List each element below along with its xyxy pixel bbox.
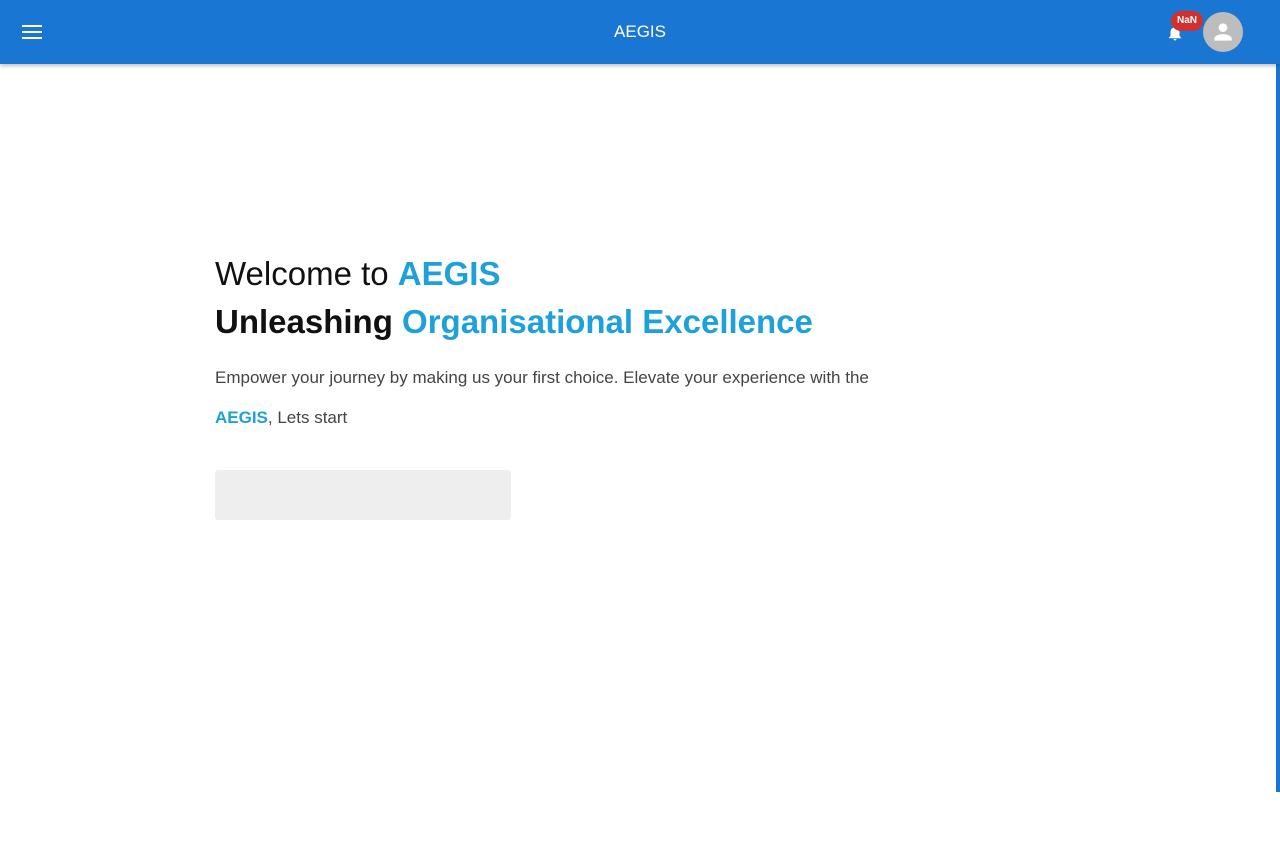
welcome-prefix: Welcome to <box>215 255 398 292</box>
notification-badge: NaN <box>1171 11 1203 31</box>
menu-button[interactable] <box>16 16 48 48</box>
welcome-heading: Welcome to AEGIS <box>215 250 915 298</box>
description-suffix: , Lets start <box>267 408 348 427</box>
description-text: Empower your journey by making us your f… <box>215 368 869 387</box>
menu-icon <box>22 25 42 39</box>
hero-description: Empower your journey by making us your f… <box>215 358 905 438</box>
user-avatar-button[interactable] <box>1203 12 1243 52</box>
tagline-accent: Organisational Excellence <box>402 303 813 340</box>
start-button[interactable] <box>215 470 511 520</box>
welcome-brand: AEGIS <box>397 255 501 292</box>
person-icon <box>1214 23 1232 41</box>
scrollbar-accent <box>1276 64 1280 792</box>
app-title: AEGIS <box>614 22 666 41</box>
tagline-prefix: Unleashing <box>215 303 403 340</box>
app-bar: AEGIS NaN <box>0 0 1280 64</box>
tagline-heading: Unleashing Organisational Excellence <box>215 298 915 346</box>
hero-section: Welcome to AEGIS Unleashing Organisation… <box>215 250 915 520</box>
description-brand: AEGIS <box>215 408 268 427</box>
